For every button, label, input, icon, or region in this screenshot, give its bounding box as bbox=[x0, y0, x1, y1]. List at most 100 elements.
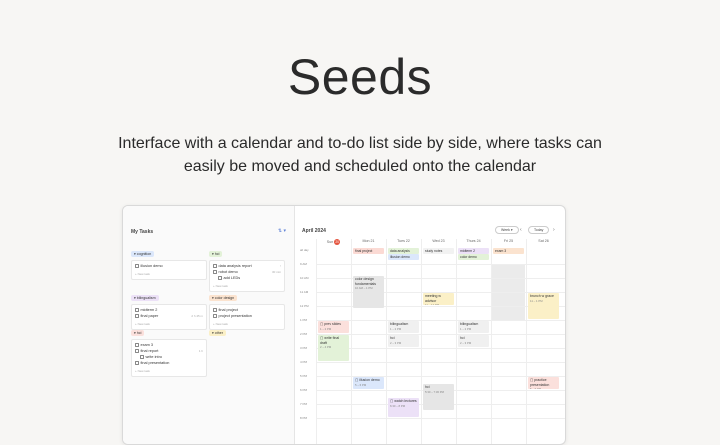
task-checkbox[interactable] bbox=[135, 361, 139, 365]
day-divider bbox=[456, 239, 457, 444]
new-task-button[interactable]: + New task bbox=[135, 271, 203, 277]
task-checkbox[interactable] bbox=[135, 343, 139, 347]
task-item[interactable]: add LEDs bbox=[213, 275, 281, 281]
task-meta: 2 h 45 m bbox=[191, 314, 203, 318]
task-group-label[interactable]: ▾ hci bbox=[209, 251, 223, 257]
calendar-event[interactable]: hci 2 – 3 PM bbox=[388, 335, 419, 347]
event-title: bilingualism bbox=[460, 322, 479, 326]
event-time: 5 – 6 PM bbox=[530, 387, 542, 389]
today-button[interactable]: Today bbox=[528, 226, 550, 234]
hour-label: 1 PM bbox=[300, 318, 308, 322]
calendar-panel: April 2024 Week ▾ ‹ Today › Sun 20 Mon 21… bbox=[296, 206, 565, 444]
task-group-card: exam 3 final report 1 h write intro final pr… bbox=[131, 339, 207, 377]
task-label: add LEDs bbox=[223, 276, 241, 280]
task-group-label[interactable]: ▾ bilingualism bbox=[131, 295, 159, 301]
hour-gridline bbox=[316, 348, 565, 349]
all-day-event[interactable]: exam 3 bbox=[493, 248, 524, 254]
calendar-event[interactable]: ▢ watch lectures 6:30 – 8 PM bbox=[388, 398, 419, 417]
calendar-event[interactable]: hci 2 – 3 PM bbox=[458, 335, 489, 347]
task-label: data analysis report bbox=[218, 264, 252, 268]
hour-gridline bbox=[316, 320, 565, 321]
prev-week-icon[interactable]: ‹ bbox=[520, 227, 522, 233]
task-checkbox[interactable] bbox=[135, 349, 139, 353]
day-header[interactable]: Sat 26 bbox=[526, 239, 561, 243]
task-checkbox[interactable] bbox=[213, 264, 217, 268]
hero-title: Seeds bbox=[287, 49, 433, 105]
day-divider bbox=[386, 239, 387, 444]
event-time: 2 – 4 PM bbox=[320, 345, 332, 349]
event-time: 11 – 12 PM bbox=[425, 303, 440, 305]
hour-label: 11 AM bbox=[300, 290, 309, 294]
day-divider bbox=[526, 239, 527, 444]
hour-gridline bbox=[316, 418, 565, 419]
task-item[interactable]: final presentation bbox=[135, 360, 203, 366]
hour-label: 12 PM bbox=[300, 304, 309, 308]
day-header[interactable]: Wed 23 bbox=[421, 239, 456, 243]
calendar-event[interactable]: brunch w grace 11 – 1 PM bbox=[528, 293, 559, 319]
task-checkbox[interactable] bbox=[140, 355, 144, 359]
all-day-event[interactable]: study notes bbox=[423, 248, 454, 254]
day-header[interactable]: Thurs 24 bbox=[456, 239, 491, 243]
task-checkbox[interactable] bbox=[213, 270, 217, 274]
task-label: final paper bbox=[140, 314, 159, 318]
event-time: 1 – 2 PM bbox=[390, 326, 402, 331]
task-label: write intro bbox=[145, 355, 162, 359]
hour-label: 10 AM bbox=[300, 276, 309, 280]
calendar-event[interactable]: ▢ practice presentation 5 – 6 PM bbox=[528, 377, 559, 389]
calendar-event[interactable]: color design fundamentals 10 AM – 1 PM bbox=[353, 276, 384, 308]
next-week-icon[interactable]: › bbox=[553, 227, 555, 233]
event-title: ▢ prev slides bbox=[320, 322, 342, 326]
day-divider bbox=[316, 239, 317, 444]
day-header[interactable]: Mon 21 bbox=[351, 239, 386, 243]
calendar-event[interactable]: ▢ prev slides 1 – 2 PM bbox=[318, 321, 349, 333]
day-header[interactable]: Fri 25 bbox=[491, 239, 526, 243]
task-group-label[interactable]: ▾ color design bbox=[209, 295, 238, 301]
hour-label: 5 PM bbox=[300, 374, 308, 378]
task-group-label[interactable]: ▾ other bbox=[209, 330, 226, 336]
task-checkbox[interactable] bbox=[135, 308, 139, 312]
task-checkbox[interactable] bbox=[213, 314, 217, 318]
event-title: color design fundamentals bbox=[355, 277, 377, 286]
task-item[interactable]: illusion demo bbox=[135, 263, 203, 269]
all-day-event[interactable]: color demo bbox=[458, 254, 489, 260]
event-title: brunch w grace bbox=[530, 294, 554, 298]
task-item[interactable]: project presentation bbox=[213, 313, 281, 319]
hour-label: 7 PM bbox=[300, 402, 308, 406]
calendar-event[interactable]: bilingualism 1 – 2 PM bbox=[388, 321, 419, 333]
day-header[interactable]: Sun 20 bbox=[316, 239, 351, 245]
task-label: robot demo bbox=[218, 270, 238, 274]
hour-label: 9 AM bbox=[300, 262, 307, 266]
hour-gridline bbox=[316, 362, 565, 363]
day-header[interactable]: Tues 22 bbox=[386, 239, 421, 243]
calendar-event[interactable]: ▢ write final draft 2 – 4 PM bbox=[318, 335, 349, 361]
day-divider bbox=[421, 239, 422, 444]
event-title: ▢ watch lectures bbox=[390, 399, 417, 403]
task-checkbox[interactable] bbox=[213, 308, 217, 312]
task-checkbox[interactable] bbox=[135, 264, 139, 268]
event-time: 5:30 – 7:30 PM bbox=[425, 389, 444, 394]
event-title: bilingualism bbox=[390, 322, 409, 326]
task-group-label[interactable]: ▾ cognition bbox=[131, 251, 155, 257]
calendar-event[interactable]: ▢ illusion demo 5 – 6 PM bbox=[353, 377, 384, 389]
event-time: 1 – 2 PM bbox=[320, 326, 332, 331]
hour-label: 4 PM bbox=[300, 360, 308, 364]
task-group-cognition: ▾ cognition illusion demo + New task bbox=[131, 242, 207, 280]
view-select-button[interactable]: Week ▾ bbox=[495, 226, 519, 234]
task-checkbox[interactable] bbox=[218, 276, 222, 280]
event-time: 5 – 6 PM bbox=[355, 382, 367, 387]
task-checkbox[interactable] bbox=[135, 314, 139, 318]
new-task-button[interactable]: + New task bbox=[135, 368, 203, 374]
sort-filter-icon[interactable]: ⇅ ▾ bbox=[278, 228, 286, 234]
all-day-event[interactable]: illusion demo bbox=[388, 254, 419, 260]
calendar-event[interactable]: meeting w advisor 11 – 12 PM bbox=[423, 293, 454, 305]
day-divider bbox=[351, 239, 352, 444]
all-day-event[interactable]: final project bbox=[353, 248, 384, 254]
task-group-label[interactable]: ▾ hci bbox=[131, 330, 145, 336]
task-label: final presentation bbox=[140, 361, 170, 365]
calendar-event[interactable]: hci 5:30 – 7:30 PM bbox=[423, 384, 454, 410]
tasks-panel-title[interactable]: My Tasks bbox=[131, 229, 153, 235]
task-group-hci: ▾ hci data analysis report! robot demo 30 m… bbox=[209, 242, 285, 292]
calendar-event[interactable]: bilingualism 1 – 2 PM bbox=[458, 321, 489, 333]
app-window: My Tasks ⇅ ▾ ▾ cognition illusion demo + N… bbox=[122, 205, 566, 445]
task-item[interactable]: final paper 2 h 45 m bbox=[135, 313, 203, 319]
